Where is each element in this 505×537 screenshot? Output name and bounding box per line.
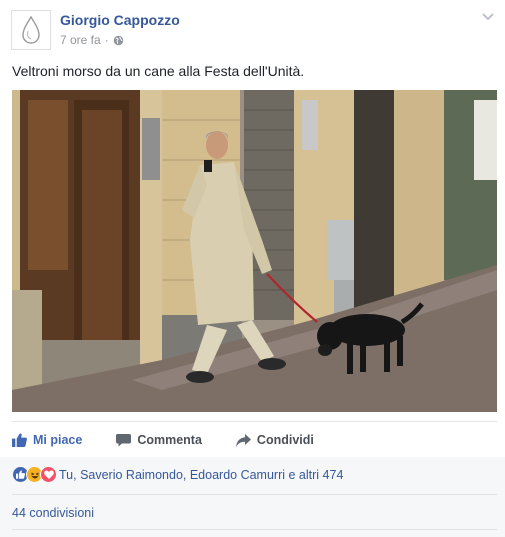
comment-label: Commenta [137,433,202,447]
reaction-icons [12,466,57,483]
comment-button[interactable]: Commenta [116,433,202,447]
chevron-down-icon[interactable] [481,12,495,22]
reactions-summary[interactable]: Tu, Saverio Raimondo, Edoardo Camurri e … [12,466,343,483]
love-reaction-icon [40,466,57,483]
reactions-divider [12,494,497,495]
meta-separator: · [104,33,109,47]
share-arrow-icon [235,433,251,447]
actions-top-divider [12,421,497,422]
photo-illustration [12,90,497,412]
comment-icon [116,434,132,447]
shares-count[interactable]: 44 condivisioni [12,506,94,520]
reactions-text: Tu, Saverio Raimondo, Edoardo Camurri e … [59,467,344,482]
avatar-drop-icon [22,15,40,44]
share-label: Condividi [256,433,314,447]
comments-divider [12,529,497,530]
like-label: Mi piace [33,433,83,447]
post-message: Veltroni morso da un cane alla Festa del… [12,63,305,79]
like-button[interactable]: Mi piace [12,433,82,447]
post-actions: Mi piace Commenta Condividi [12,428,497,452]
thumbs-up-icon [12,433,27,447]
author-avatar[interactable] [11,10,51,50]
post-meta: 7 ore fa · [60,33,124,47]
share-button[interactable]: Condividi [235,433,314,447]
globe-icon[interactable] [113,35,124,46]
author-name[interactable]: Giorgio Cappozzo [60,12,180,28]
post-photo[interactable] [12,90,497,412]
post-timestamp[interactable]: 7 ore fa [60,33,101,47]
feed-post: Giorgio Cappozzo 7 ore fa · Veltroni mor… [0,0,505,537]
